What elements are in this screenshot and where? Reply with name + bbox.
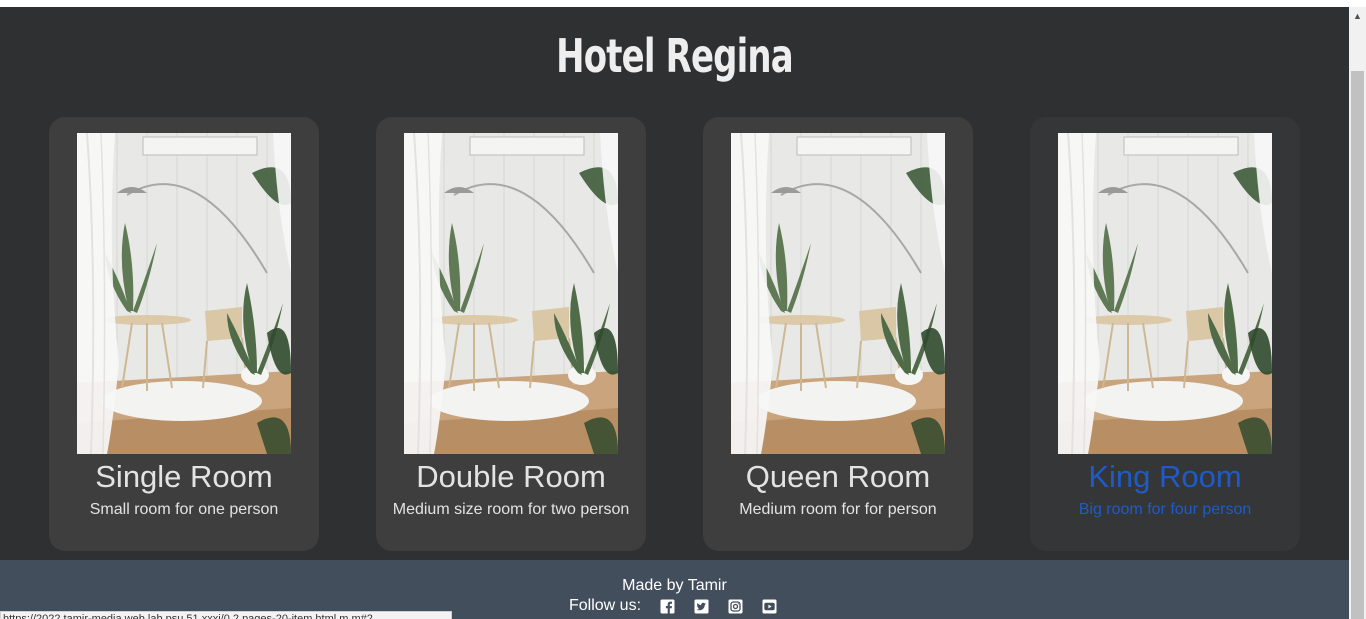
room-name[interactable]: King Room bbox=[1030, 459, 1300, 495]
room-name: Double Room bbox=[416, 459, 606, 494]
room-photo bbox=[404, 133, 618, 454]
scroll-thumb[interactable] bbox=[1351, 71, 1364, 619]
scroll-up-arrow-icon[interactable]: ▲ bbox=[1349, 7, 1366, 24]
follow-us-label: Follow us: bbox=[569, 597, 642, 614]
room-card-king[interactable]: King Room Big room for four person bbox=[1030, 117, 1300, 551]
page-title: Hotel Regina bbox=[556, 29, 794, 83]
room-description[interactable]: Big room for four person bbox=[1030, 501, 1300, 519]
status-bar-url: https://2022.tamir-media.web.lab.psu.51.… bbox=[0, 611, 452, 619]
made-by-text: Made by Tamir bbox=[622, 577, 727, 594]
room-photo bbox=[77, 133, 291, 454]
room-photo bbox=[1058, 133, 1272, 454]
room-description: Medium size room for two person bbox=[392, 501, 630, 518]
vertical-scrollbar[interactable]: ▲ bbox=[1349, 7, 1366, 619]
follow-us-row: Follow us: bbox=[569, 597, 796, 615]
room-description: Small room for one person bbox=[89, 501, 279, 518]
twitter-icon[interactable] bbox=[694, 599, 709, 614]
instagram-icon[interactable] bbox=[728, 599, 743, 614]
facebook-icon[interactable] bbox=[660, 599, 675, 614]
room-name: Single Room bbox=[95, 459, 273, 494]
room-photo bbox=[731, 133, 945, 454]
room-card-single[interactable]: Single Room Small room for one person bbox=[49, 117, 319, 551]
room-card-queen[interactable]: Queen Room Medium room for for person bbox=[703, 117, 973, 551]
room-card-double[interactable]: Double Room Medium size room for two per… bbox=[376, 117, 646, 551]
page-viewport: Hotel Regina Single Room Small room for … bbox=[0, 7, 1349, 619]
room-description: Medium room for for person bbox=[739, 501, 937, 518]
youtube-icon[interactable] bbox=[762, 599, 777, 614]
room-name: Queen Room bbox=[745, 459, 931, 494]
